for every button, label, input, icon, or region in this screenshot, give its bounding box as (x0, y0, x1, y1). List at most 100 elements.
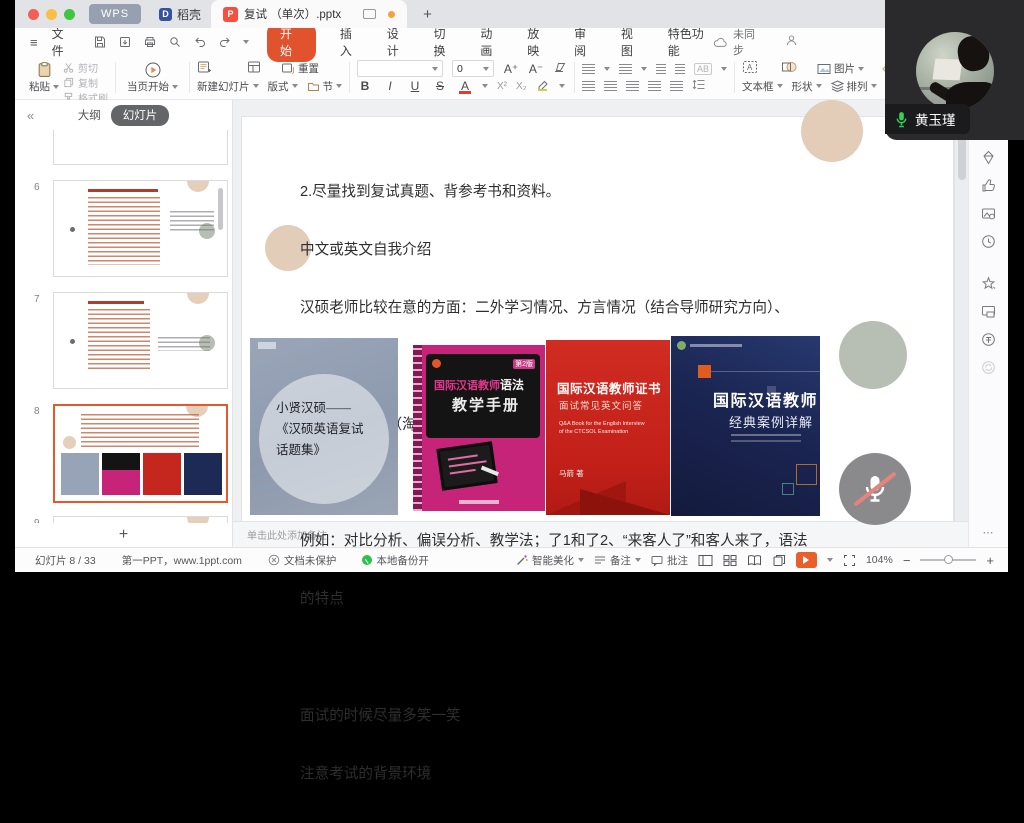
underline-button[interactable]: U (407, 79, 423, 93)
font-size-select[interactable]: 0 (452, 60, 494, 77)
tab-transition[interactable]: 切换 (434, 25, 457, 59)
distribute-icon[interactable] (670, 81, 683, 91)
numbered-list-icon[interactable] (619, 64, 632, 74)
bullet-list-icon[interactable] (582, 64, 595, 74)
slide-thumbnail-7[interactable] (53, 292, 228, 389)
notes-button[interactable]: 备注 (594, 553, 641, 568)
superscript-button[interactable]: X² (497, 81, 507, 92)
tab-design[interactable]: 设计 (387, 25, 410, 59)
shapes-button[interactable]: 形状 (792, 79, 822, 94)
tab-slideshow[interactable]: 放映 (527, 25, 550, 59)
canvas-scrollbar[interactable] (954, 100, 968, 521)
cut-button[interactable]: 剪切 (63, 60, 108, 75)
effects-star-icon[interactable] (981, 276, 996, 291)
slide-8[interactable]: 2.尽量找到复试真题、背参考书和资料。 中文或英文自我介绍 汉硕老师比较在意的方… (242, 117, 953, 521)
increase-indent-icon[interactable] (675, 64, 685, 74)
reading-view-icon[interactable] (747, 554, 762, 567)
slide-sorter-icon[interactable] (723, 554, 737, 567)
new-tab-button[interactable]: + (423, 6, 432, 23)
local-backup[interactable]: 本地备份开 (362, 553, 429, 568)
paste-button[interactable]: 粘贴 (25, 59, 63, 96)
clear-format-icon[interactable] (553, 61, 567, 76)
tab-home[interactable]: 开始 (267, 22, 316, 62)
like-hand-icon[interactable] (981, 178, 996, 193)
copy-button[interactable]: 复制 (63, 75, 108, 90)
font-color-button[interactable]: A (457, 79, 473, 93)
video-participant-tile[interactable]: 黄玉瑾 (885, 0, 1024, 140)
fit-slide-icon[interactable] (843, 554, 856, 567)
decrease-indent-icon[interactable] (656, 64, 666, 74)
justify-icon[interactable] (648, 81, 661, 91)
zoom-slider[interactable] (920, 559, 976, 561)
strikethrough-button[interactable]: S (432, 79, 448, 93)
play-from-current-button[interactable]: 当页开始 (123, 59, 182, 96)
more-icon[interactable]: ⋯ (983, 526, 995, 539)
tab-insert[interactable]: 插入 (340, 25, 363, 59)
slideshow-play-button[interactable] (796, 552, 817, 568)
line-spacing-icon[interactable] (692, 79, 705, 93)
redo-icon[interactable] (218, 35, 232, 49)
tab-review[interactable]: 审阅 (574, 25, 597, 59)
sync-disabled-icon[interactable] (981, 360, 996, 375)
print-icon[interactable] (143, 35, 157, 49)
normal-view-icon[interactable] (698, 554, 713, 567)
document-protection[interactable]: 文档未保护 (268, 553, 337, 568)
tab-outline[interactable]: 大纲 (78, 107, 101, 123)
align-center-icon[interactable] (604, 81, 617, 91)
text-box-button[interactable]: 文本框 (742, 79, 783, 94)
wps-home-button[interactable]: WPS (89, 4, 141, 24)
coin-icon[interactable] (981, 332, 996, 347)
save-icon[interactable] (93, 35, 107, 49)
section-button[interactable]: 节 (307, 79, 343, 94)
slide-thumbnail-8-selected[interactable] (53, 404, 228, 503)
zoom-window-button[interactable] (64, 9, 75, 20)
decrease-font-button[interactable]: A⁻ (528, 62, 544, 76)
tab-animation[interactable]: 动画 (480, 25, 503, 59)
tab-special-features[interactable]: 特色功能 (668, 25, 714, 59)
close-window-button[interactable] (28, 9, 39, 20)
add-slide-button[interactable]: + (15, 523, 232, 547)
font-color-caret-icon[interactable] (482, 84, 488, 88)
undo-icon[interactable] (193, 35, 207, 49)
reset-button[interactable]: 重置 (281, 61, 319, 76)
zoom-in-button[interactable]: + (986, 553, 994, 568)
quick-access-caret-icon[interactable] (243, 40, 249, 44)
tab-view[interactable]: 视图 (621, 25, 644, 59)
tab-document[interactable]: P 复试 （单次）.pptx (211, 0, 407, 28)
tab-docer[interactable]: D 稻壳 (151, 0, 209, 28)
zoom-slider-knob[interactable] (944, 555, 953, 564)
bold-button[interactable]: B (357, 79, 373, 93)
arrange-button[interactable]: 排列 (831, 79, 877, 94)
assistant-gem-icon[interactable] (981, 150, 996, 165)
new-slide-button[interactable]: 新建幻灯片 (197, 79, 259, 94)
zoom-out-button[interactable]: − (903, 553, 911, 568)
font-name-select[interactable] (357, 60, 443, 77)
menu-file[interactable]: 文件 (52, 25, 75, 59)
export-icon[interactable] (118, 35, 132, 49)
smart-beautify-button[interactable]: 智能美化 (516, 553, 584, 568)
align-right-icon[interactable] (626, 81, 639, 91)
picture-button[interactable]: 图片 (817, 61, 864, 76)
play-options-caret-icon[interactable] (827, 558, 833, 562)
italic-button[interactable]: I (382, 79, 398, 93)
minimize-window-button[interactable] (46, 9, 57, 20)
history-clock-icon[interactable] (981, 234, 996, 249)
hamburger-icon[interactable]: ≡ (30, 35, 38, 50)
slide-thumbnail-5[interactable] (53, 130, 228, 165)
slideshow-settings-icon[interactable] (772, 554, 786, 567)
book-cover-grammar-handbook[interactable]: 第2版 国际汉语教师语法 教学手册 (413, 345, 545, 511)
tab-slides[interactable]: 幻灯片 (111, 105, 170, 126)
sidebar-scrollbar[interactable] (218, 188, 223, 230)
image-edit-icon[interactable] (981, 206, 996, 221)
highlight-button[interactable] (536, 79, 550, 94)
account-icon[interactable] (785, 34, 798, 50)
comments-button[interactable]: 批注 (651, 553, 688, 568)
sync-status[interactable]: 未同步 (713, 26, 765, 58)
book-cover-topic-collection[interactable]: 小贤汉硕—— 《汉硕英语复试 话题集》 (250, 338, 398, 515)
zoom-percentage[interactable]: 104% (866, 554, 893, 566)
slide-thumbnail-6[interactable] (53, 180, 228, 277)
align-left-icon[interactable] (582, 81, 595, 91)
increase-font-button[interactable]: A⁺ (503, 62, 519, 76)
subscript-button[interactable]: X₂ (516, 81, 527, 92)
layout-button[interactable]: 版式 (268, 79, 298, 94)
